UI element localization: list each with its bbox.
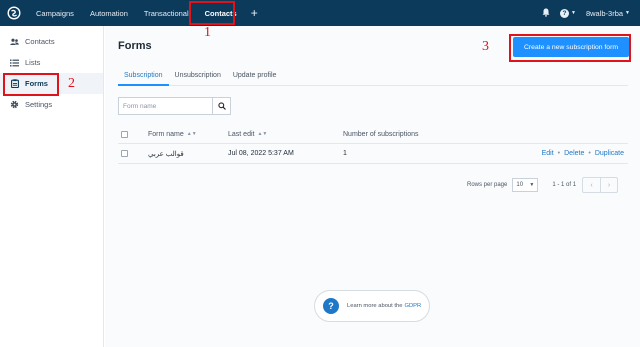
sidebar-item-lists[interactable]: Lists — [0, 52, 103, 73]
annotation-number-3: 3 — [482, 39, 489, 54]
chevron-right-icon: › — [607, 181, 611, 189]
nav-transactional[interactable]: Transactional — [136, 0, 197, 26]
gdpr-info-pill: ? Learn more about the GDPR — [314, 290, 430, 322]
brand-logo-icon[interactable] — [0, 0, 28, 26]
sidebar-item-label: Lists — [25, 58, 41, 67]
chevron-left-icon: ‹ — [590, 181, 593, 189]
rows-per-page-label: Rows per page — [467, 182, 508, 188]
next-page-button[interactable]: › — [600, 178, 617, 192]
column-header-label: Last edit — [228, 130, 255, 138]
annotation-box-contacts — [189, 1, 235, 25]
gear-icon — [10, 100, 19, 109]
add-plus-icon[interactable]: + — [245, 0, 264, 26]
nav-automation[interactable]: Automation — [82, 0, 136, 26]
chevron-down-icon: ▼ — [570, 10, 576, 16]
tab-subscription[interactable]: Subscription — [118, 70, 169, 86]
list-icon — [10, 58, 19, 67]
question-icon: ? — [323, 298, 339, 314]
annotation-box-create-form — [509, 34, 631, 62]
search-button[interactable] — [212, 98, 230, 114]
page-range: 1 - 1 of 1 — [552, 182, 577, 188]
delete-link[interactable]: Delete — [564, 150, 584, 157]
pagination: Rows per page 10 ▼ 1 - 1 of 1 ‹ › — [467, 176, 619, 194]
gdpr-link[interactable]: GDPR — [404, 303, 421, 309]
annotation-box-forms — [3, 73, 59, 96]
sort-icon: ▲▼ — [186, 131, 197, 137]
people-icon — [10, 37, 19, 46]
chevron-down-icon: ▼ — [529, 182, 535, 188]
search-input[interactable] — [119, 98, 212, 114]
form-name-cell[interactable]: قوالب عربي — [148, 144, 184, 163]
form-type-tabs: Subscription Unsubscription Update profi… — [118, 70, 628, 86]
sort-icon: ▲▼ — [257, 131, 268, 137]
previous-page-button[interactable]: ‹ — [583, 178, 600, 192]
column-header-form-name[interactable]: Form name ▲▼ — [148, 125, 197, 143]
sidebar-item-settings[interactable]: Settings — [0, 94, 103, 115]
table-header-row: Form name ▲▼ Last edit ▲▼ Number of subs… — [118, 125, 628, 144]
rows-per-page-value: 10 — [516, 182, 524, 188]
nav-campaigns[interactable]: Campaigns — [28, 0, 82, 26]
help-menu[interactable]: ? ▼ — [559, 8, 576, 18]
chevron-down-icon: ▼ — [625, 10, 630, 16]
edit-link[interactable]: Edit — [542, 150, 554, 157]
account-name: 8walb-3rba — [585, 8, 624, 18]
subscriptions-count-cell: 1 — [343, 150, 347, 157]
sidebar-item-label: Contacts — [25, 37, 55, 46]
search-icon — [217, 97, 226, 115]
tab-update-profile[interactable]: Update profile — [227, 70, 283, 86]
sidebar-item-label: Settings — [25, 100, 53, 109]
bell-icon[interactable] — [542, 8, 550, 19]
gdpr-text: Learn more about the — [347, 303, 403, 309]
separator-dot: • — [588, 150, 591, 157]
separator-dot: • — [557, 150, 561, 157]
row-checkbox[interactable] — [121, 144, 128, 163]
account-menu[interactable]: 8walb-3rba ▼ — [586, 9, 630, 18]
main-content: Forms Create a new subscription form Sub… — [105, 26, 640, 347]
column-header-subscriptions: Number of subscriptions — [343, 130, 419, 138]
top-navigation-bar: Campaigns Automation Transactional Conta… — [0, 0, 640, 26]
tab-unsubscription[interactable]: Unsubscription — [169, 70, 227, 86]
search-box — [118, 97, 231, 115]
column-header-label: Form name — [148, 130, 184, 138]
forms-table: Form name ▲▼ Last edit ▲▼ Number of subs… — [118, 125, 628, 164]
column-header-last-edit[interactable]: Last edit ▲▼ — [228, 125, 267, 143]
duplicate-link[interactable]: Duplicate — [595, 150, 624, 157]
page-title: Forms — [118, 40, 152, 52]
annotation-number-2: 2 — [68, 76, 75, 91]
select-all-checkbox[interactable] — [121, 125, 128, 143]
sidebar-item-contacts[interactable]: Contacts — [0, 31, 103, 52]
last-edit-cell: Jul 08, 2022 5:37 AM — [228, 150, 294, 157]
row-actions: Edit • Delete • Duplicate — [542, 144, 624, 163]
help-icon: ? — [559, 8, 569, 18]
rows-per-page-select[interactable]: 10 ▼ — [512, 178, 539, 192]
annotation-number-1: 1 — [204, 25, 211, 40]
table-row: قوالب عربي Jul 08, 2022 5:37 AM 1 Edit •… — [118, 144, 628, 164]
